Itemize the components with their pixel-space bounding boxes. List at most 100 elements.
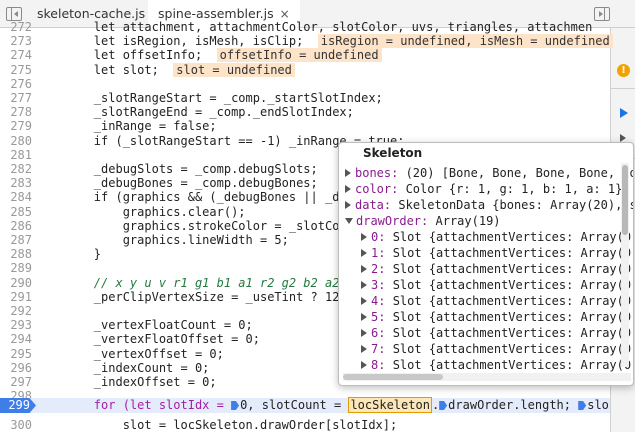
line-number[interactable]: 293 — [0, 318, 32, 332]
line-number[interactable]: 286 — [0, 219, 32, 233]
popover-property-row[interactable]: 3: Slot {attachmentVertices: Array(0), b… — [361, 277, 633, 293]
code-fragment: slo — [587, 398, 609, 412]
line-number[interactable]: 282 — [0, 162, 32, 176]
code-text: _vertexFloatOffset = 0; — [36, 332, 260, 346]
line-number[interactable]: 278 — [0, 105, 32, 119]
popover-scroll-thumb[interactable] — [622, 165, 628, 235]
code-text: _perClipVertexSize = _useTint ? 12 — [36, 290, 340, 304]
code-text: _slotRangeStart = _comp._startSlotIndex; — [36, 91, 383, 105]
code-text: _vertexOffset = 0; — [36, 347, 224, 361]
collapsed-triangle-icon[interactable] — [361, 281, 367, 289]
line-number[interactable]: 283 — [0, 176, 32, 190]
collapsed-triangle-icon[interactable] — [361, 345, 367, 353]
line-number[interactable]: 276 — [0, 77, 32, 91]
code-text: slot = locSkeleton.drawOrder[slotIdx]; — [36, 418, 398, 432]
line-number[interactable]: 296 — [0, 361, 32, 375]
property-key: drawOrder — [356, 214, 422, 228]
line-number[interactable]: 300 — [0, 418, 32, 432]
line-number[interactable]: 292 — [0, 304, 32, 318]
property-value: Array(19) — [428, 214, 501, 228]
line-number[interactable]: 285 — [0, 205, 32, 219]
line-number[interactable]: 288 — [0, 247, 32, 261]
popover-property-row[interactable]: 5: Slot {attachmentVertices: Array(0), b… — [361, 309, 633, 325]
line-number[interactable]: 294 — [0, 332, 32, 346]
step-marker-icon — [231, 401, 240, 410]
code-line: _debugSlots = _comp.debugSlots; — [36, 162, 318, 176]
popover-scroll-thumb[interactable] — [343, 374, 443, 380]
code-line: let attachment, attachmentColor, slotCol… — [36, 20, 593, 34]
property-value: Slot {attachmentVertices: Array(0), bon — [392, 230, 633, 244]
inline-value: isRegion = undefined, isMesh = undefined — [317, 34, 613, 48]
line-number[interactable]: 272 — [0, 20, 32, 34]
line-number[interactable]: 289 — [0, 261, 32, 275]
property-value: Slot {attachmentVertices: Array(0), bon — [392, 342, 633, 356]
line-number[interactable]: 290 — [0, 276, 32, 290]
popover-property-row[interactable]: 8: Slot {attachmentVertices: Array(0), b… — [361, 357, 633, 373]
code-line: _slotRangeStart = _comp._startSlotIndex; — [36, 91, 383, 105]
step-over-icon[interactable] — [620, 134, 626, 142]
code-line: _indexCount = 0; — [36, 361, 210, 375]
collapsed-triangle-icon[interactable] — [361, 329, 367, 337]
code-line: let isRegion, isMesh, isClip; isRegion =… — [36, 34, 613, 48]
code-text: } — [36, 247, 102, 261]
warning-icon[interactable]: ! — [617, 64, 630, 77]
collapsed-triangle-icon[interactable] — [361, 297, 367, 305]
collapsed-triangle-icon[interactable] — [345, 169, 351, 177]
toggle-navigator-icon[interactable] — [6, 7, 22, 21]
property-value: SkeletonData {bones: Array(20), slots — [398, 198, 633, 212]
collapsed-triangle-icon[interactable] — [361, 265, 367, 273]
collapsed-triangle-icon[interactable] — [361, 361, 367, 369]
popover-property-row[interactable]: 7: Slot {attachmentVertices: Array(0), b… — [361, 341, 633, 357]
divider — [611, 88, 635, 89]
code-line: if (graphics && (_debugBones || _d — [36, 190, 340, 204]
line-number[interactable]: 297 — [0, 375, 32, 389]
expanded-triangle-icon[interactable] — [345, 218, 353, 224]
popover-property-row[interactable]: 0: Slot {attachmentVertices: Array(0), b… — [361, 229, 633, 245]
collapsed-triangle-icon[interactable] — [345, 201, 351, 209]
popover-property-row[interactable]: 4: Slot {attachmentVertices: Array(0), b… — [361, 293, 633, 309]
popover-property-row[interactable]: drawOrder: Array(19) — [345, 213, 501, 229]
code-text: _indexCount = 0; — [36, 361, 210, 375]
code-line: graphics.strokeColor = _slotCo — [36, 219, 340, 233]
collapsed-triangle-icon[interactable] — [361, 249, 367, 257]
property-key: bones — [355, 166, 392, 180]
toggle-debugger-icon[interactable] — [594, 7, 610, 21]
collapsed-triangle-icon[interactable] — [361, 233, 367, 241]
popover-property-row[interactable]: bones: (20) [Bone, Bone, Bone, Bone, Bon… — [345, 165, 633, 181]
tab-label: skeleton-cache.js — [37, 6, 146, 21]
popover-property-row[interactable]: 1: Slot {attachmentVertices: Array(0), b… — [361, 245, 633, 261]
tab-label: spine-assembler.js — [158, 6, 274, 21]
line-number[interactable]: 284 — [0, 190, 32, 204]
line-number[interactable]: 291 — [0, 290, 32, 304]
code-text: _vertexFloatCount = 0; — [36, 318, 253, 332]
line-number[interactable]: 274 — [0, 48, 32, 62]
code-line: graphics.clear(); — [36, 205, 246, 219]
line-number[interactable]: 273 — [0, 34, 32, 48]
hover-target-token[interactable]: locSkeleton — [348, 397, 432, 413]
code-line: _vertexOffset = 0; — [36, 347, 224, 361]
code-fragment: for (let slotIdx = — [36, 398, 232, 412]
popover-property-row[interactable]: 6: Slot {attachmentVertices: Array(0), b… — [361, 325, 633, 341]
resume-icon[interactable] — [620, 108, 628, 118]
line-number[interactable]: 277 — [0, 91, 32, 105]
line-number[interactable]: 281 — [0, 148, 32, 162]
code-fragment: 0, slotCount = — [240, 398, 349, 412]
line-number[interactable]: 295 — [0, 347, 32, 361]
code-line: _perClipVertexSize = _useTint ? 12 — [36, 290, 340, 304]
popover-property-row[interactable]: 2: Slot {attachmentVertices: Array(0), b… — [361, 261, 633, 277]
popover-property-row[interactable]: color: Color {r: 1, g: 1, b: 1, a: 1} — [345, 181, 622, 197]
line-number[interactable]: 279 — [0, 119, 32, 133]
inline-value: slot = undefined — [173, 63, 295, 77]
line-number[interactable]: 287 — [0, 233, 32, 247]
code-text: _debugBones = _comp.debugBones; — [36, 176, 318, 190]
property-value: Slot {attachmentVertices: Array(0), bon — [392, 294, 633, 308]
line-number[interactable]: 275 — [0, 63, 32, 77]
collapsed-triangle-icon[interactable] — [345, 185, 351, 193]
collapsed-triangle-icon[interactable] — [361, 313, 367, 321]
step-marker-icon — [439, 401, 448, 410]
code-line: _slotRangeEnd = _comp._endSlotIndex; — [36, 105, 354, 119]
popover-property-row[interactable]: data: SkeletonData {bones: Array(20), sl… — [345, 197, 633, 213]
line-number[interactable]: 280 — [0, 134, 32, 148]
code-text: _indexOffset = 0; — [36, 375, 217, 389]
code-line: _vertexFloatOffset = 0; — [36, 332, 260, 346]
